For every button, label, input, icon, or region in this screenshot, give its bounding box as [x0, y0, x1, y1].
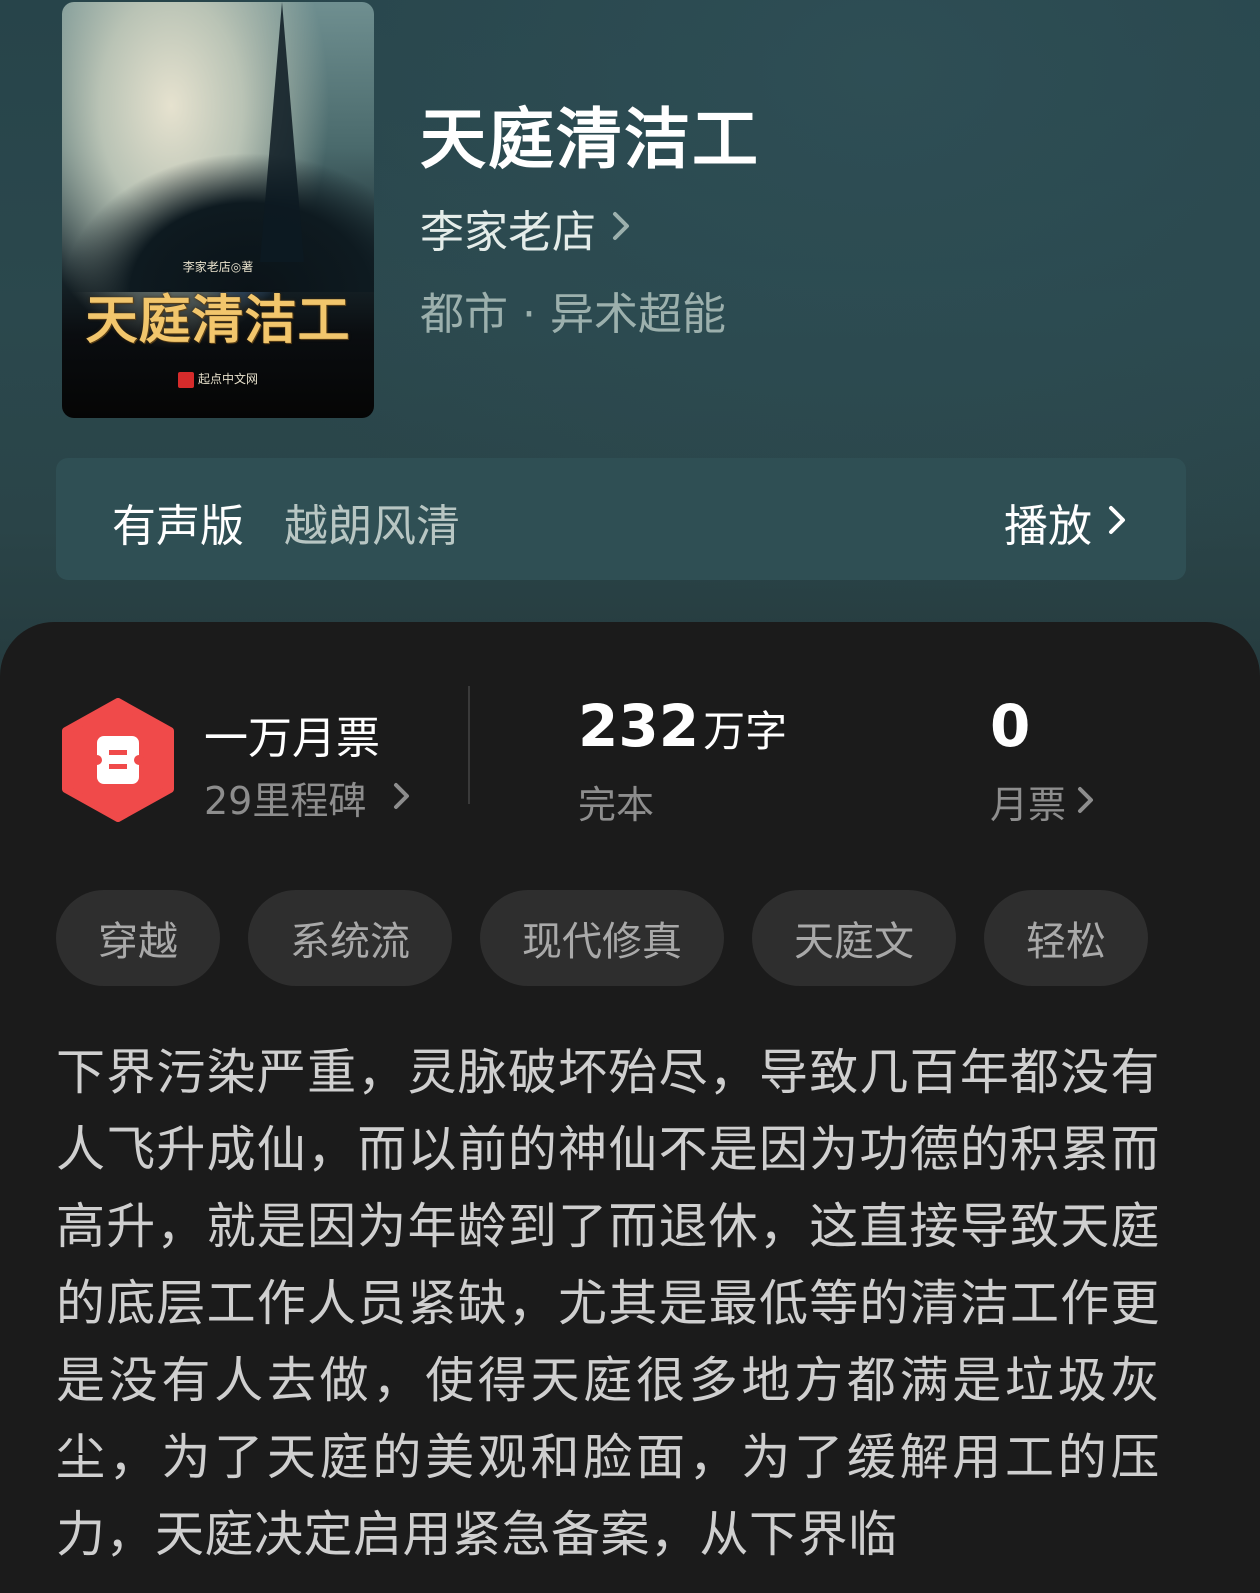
chevron-right-icon [1076, 785, 1096, 819]
word-count-number: 232 [578, 692, 700, 760]
book-cover[interactable]: 李家老店◎著 天庭清洁工 起点中文网 [62, 2, 374, 418]
stats-divider [468, 686, 470, 804]
chevron-right-icon [610, 209, 632, 247]
monthly-votes-label: 月票 [990, 783, 1067, 827]
tag-chip[interactable]: 轻松 [984, 890, 1148, 986]
publisher-logo-icon [177, 371, 194, 388]
author-name: 李家老店 [420, 207, 596, 258]
audio-play-button[interactable]: 播放 [1004, 490, 1128, 554]
book-title: 天庭清洁工 [420, 100, 760, 178]
monthly-votes-count: 0 [990, 692, 1031, 760]
book-header: 李家老店◎著 天庭清洁工 起点中文网 天庭清洁工 李家老店 都市 · 异术超能 … [0, 0, 1260, 700]
audio-version-label: 有声版 [112, 501, 244, 552]
tag-chip[interactable]: 系统流 [248, 890, 452, 986]
cover-author-line: 李家老店◎著 [182, 260, 254, 274]
word-count-unit: 万字 [703, 707, 788, 756]
word-count: 232万字 [578, 692, 787, 760]
tag-chip[interactable]: 穿越 [56, 890, 220, 986]
cover-publisher: 起点中文网 [62, 370, 374, 388]
book-synopsis[interactable]: 下界污染严重，灵脉破坏殆尽，导致几百年都没有人飞升成仙，而以前的神仙不是因为功德… [56, 1034, 1160, 1573]
cover-publisher-name: 起点中文网 [197, 372, 258, 386]
audio-play-label: 播放 [1004, 501, 1092, 552]
author-link[interactable]: 李家老店 [420, 196, 632, 260]
audio-version-bar[interactable]: 有声版 越朗风清 播放 [56, 458, 1186, 580]
chevron-right-icon [1106, 503, 1128, 541]
tag-list: 穿越 系统流 现代修真 天庭文 轻松 [56, 890, 1148, 986]
milestone-link[interactable]: 29里程碑 [204, 770, 412, 825]
audio-narrator: 越朗风清 [284, 501, 460, 552]
book-detail-panel: 一万月票 29里程碑 232万字 完本 0 月票 穿越 系统流 现代修真 天庭文… [0, 622, 1260, 1593]
milestone-label: 29里程碑 [204, 779, 367, 823]
cover-art-spire [260, 2, 304, 262]
tag-chip[interactable]: 天庭文 [752, 890, 956, 986]
tag-chip[interactable]: 现代修真 [480, 890, 724, 986]
cover-title: 天庭清洁工 [85, 290, 351, 351]
book-category: 都市 · 异术超能 [420, 289, 726, 340]
chevron-right-icon [392, 781, 412, 815]
ticket-title: 一万月票 [204, 713, 380, 764]
monthly-votes-link[interactable]: 月票 [990, 774, 1096, 829]
completion-status: 完本 [578, 783, 655, 827]
monthly-ticket-badge-icon[interactable] [60, 698, 176, 822]
